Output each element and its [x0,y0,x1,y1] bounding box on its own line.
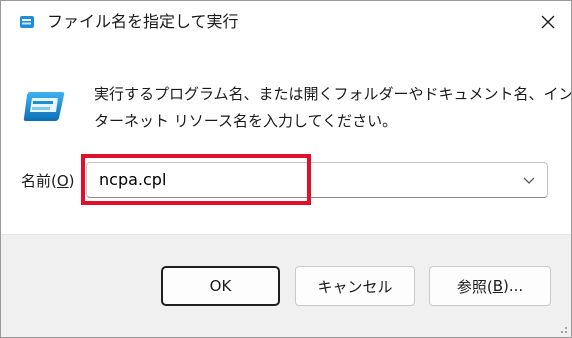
open-combobox[interactable] [86,162,548,198]
open-label-prefix: 名前( [21,172,57,190]
browse-label-prefix: 参照( [456,277,493,296]
open-input[interactable] [99,163,499,197]
open-label: 名前(O) [21,169,75,193]
resize-grip-icon[interactable] [558,324,568,334]
chevron-down-icon [523,177,535,184]
open-label-suffix: ) [68,172,75,190]
window-title: ファイル名を指定して実行 [47,12,239,31]
run-dialog: ファイル名を指定して実行 実行するプログラム名、または開くフォルダーやドキュメン… [0,0,572,338]
close-button[interactable] [525,1,571,43]
close-icon [541,15,555,29]
run-dialog-icon [23,92,65,121]
run-icon [20,16,34,28]
title-bar[interactable]: ファイル名を指定して実行 [1,1,571,43]
cancel-button[interactable]: キャンセル [295,266,415,306]
description: 実行するプログラム名、または開くフォルダーやドキュメント名、イン ターネット リ… [94,81,572,135]
browse-button[interactable]: 参照(B)... [429,266,551,306]
open-label-accelerator: O [56,172,69,190]
description-line-2: ターネット リソース名を入力してください。 [94,112,398,130]
description-line-1: 実行するプログラム名、または開くフォルダーやドキュメント名、イン [94,85,572,103]
ok-button[interactable]: OK [161,266,280,306]
open-dropdown-button[interactable] [517,168,541,192]
browse-label-accelerator: B [492,277,503,295]
browse-label-suffix: )... [503,277,524,295]
